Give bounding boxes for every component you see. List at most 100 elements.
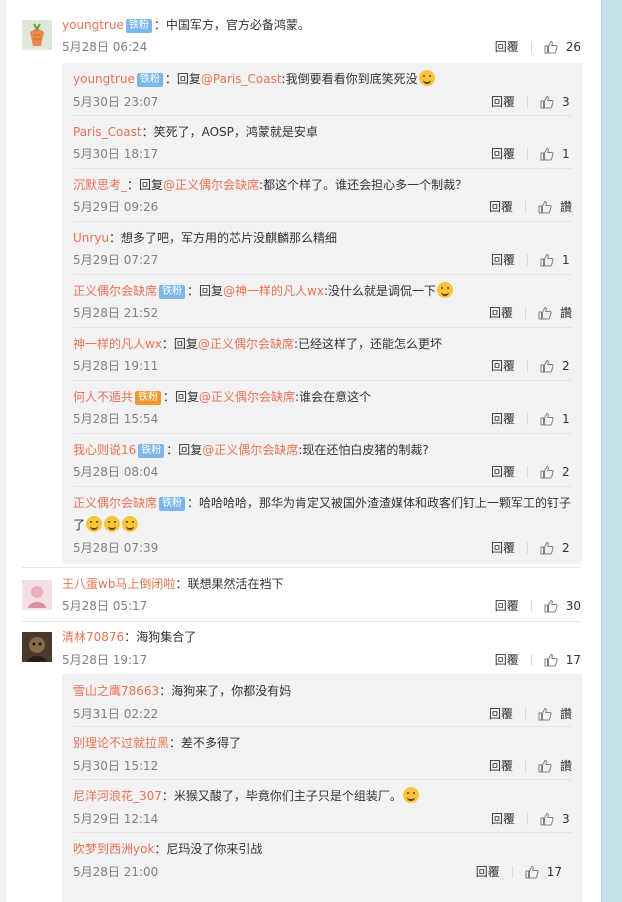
fan-badge[interactable]: 铁粉 bbox=[159, 285, 186, 299]
reply-button[interactable]: 回覆 bbox=[491, 538, 515, 558]
reply-time: 5月31日 02:22 bbox=[73, 707, 159, 721]
reply-item: 吹梦到西洲yok：尼玛没了你来引战 5月28日 21:00 回覆 17 bbox=[62, 833, 582, 902]
comment-text-line: youngtrue 铁粉 ：中国军方，官方必备鸿蒙。 bbox=[62, 15, 591, 35]
reply-username[interactable]: 别理论不过就拉黑 bbox=[73, 736, 169, 750]
reply-button[interactable]: 回覆 bbox=[491, 144, 515, 164]
reply-text-line: 何人不遁共 铁粉 ：回复@正义偶尔会缺席:谁会在意这个 bbox=[73, 387, 572, 407]
action-divider bbox=[527, 96, 528, 108]
fan-badge[interactable]: 铁粉 bbox=[159, 497, 186, 511]
reply-button[interactable]: 回覆 bbox=[495, 650, 519, 670]
reply-button[interactable]: 回覆 bbox=[476, 862, 500, 882]
like-button[interactable]: 1 bbox=[540, 250, 572, 270]
action-divider bbox=[527, 466, 528, 478]
reply-button[interactable]: 回覆 bbox=[489, 197, 513, 217]
reply-button[interactable]: 回覆 bbox=[491, 462, 515, 482]
reply-username[interactable]: Unryu bbox=[73, 231, 109, 245]
mention-link[interactable]: @正义偶尔会缺席 bbox=[202, 443, 298, 457]
reply-button[interactable]: 回覆 bbox=[491, 809, 515, 829]
reply-username[interactable]: 正义偶尔会缺席 bbox=[73, 496, 157, 510]
action-divider bbox=[524, 201, 526, 213]
reply-meta: 5月29日 07:27 回覆 1 bbox=[73, 250, 572, 270]
like-button[interactable]: 讚 bbox=[538, 756, 572, 776]
laughing-emoji-icon bbox=[104, 516, 121, 532]
like-button[interactable]: 17 bbox=[525, 862, 562, 882]
like-button[interactable]: 2 bbox=[540, 462, 572, 482]
avatar[interactable] bbox=[22, 20, 52, 50]
reply-text-line: 正义偶尔会缺席 铁粉 ：回复@神一样的凡人wx:没什么就是调侃一下 bbox=[73, 281, 572, 301]
like-count: 讚 bbox=[559, 759, 572, 773]
avatar[interactable] bbox=[22, 580, 52, 610]
like-count: 1 bbox=[562, 147, 570, 161]
reply-button[interactable]: 回覆 bbox=[491, 409, 515, 429]
comment-username[interactable]: youngtrue bbox=[62, 18, 124, 32]
like-button[interactable]: 3 bbox=[540, 809, 572, 829]
reply-button[interactable]: 回覆 bbox=[491, 250, 515, 270]
like-button[interactable]: 2 bbox=[540, 538, 572, 558]
like-count: 2 bbox=[562, 465, 570, 479]
like-count: 讚 bbox=[559, 200, 572, 214]
thumbs-up-icon bbox=[540, 359, 554, 373]
like-count: 1 bbox=[562, 412, 570, 426]
reply-time: 5月28日 07:39 bbox=[73, 541, 159, 555]
reply-button[interactable]: 回覆 bbox=[489, 756, 513, 776]
reply-text-line: 别理论不过就拉黑：差不多得了 bbox=[73, 733, 572, 753]
fan-badge[interactable]: 铁粉 bbox=[135, 391, 162, 405]
like-button[interactable]: 1 bbox=[540, 409, 572, 429]
reply-time: 5月30日 15:12 bbox=[73, 759, 159, 773]
like-button[interactable]: 讚 bbox=[538, 303, 572, 323]
thumbs-up-icon bbox=[538, 707, 552, 721]
reply-username[interactable]: 何人不遁共 bbox=[73, 390, 133, 404]
fan-badge[interactable]: 铁粉 bbox=[138, 444, 165, 458]
reply-prefix: ：回复 bbox=[164, 72, 201, 86]
reply-item: 沉默思考_：回复@正义偶尔会缺席:都这个样了。谁还会担心多一个制裁？ 5月29日… bbox=[62, 169, 582, 222]
fan-badge[interactable]: 铁粉 bbox=[136, 73, 163, 87]
comment-meta: 5月28日 05:17 回覆 30 bbox=[62, 596, 581, 616]
reply-button[interactable]: 回覆 bbox=[489, 303, 513, 323]
mention-link[interactable]: @Paris_Coast bbox=[201, 72, 282, 86]
mention-link[interactable]: @正义偶尔会缺席 bbox=[198, 337, 294, 351]
reply-text: :谁会在意这个 bbox=[295, 390, 372, 404]
comment-username[interactable]: 王八蛋wb马上倒闭啦 bbox=[62, 577, 175, 591]
fan-badge[interactable]: 铁粉 bbox=[125, 19, 152, 33]
action-divider bbox=[527, 360, 528, 372]
like-button[interactable]: 17 bbox=[544, 650, 581, 670]
mention-link[interactable]: @正义偶尔会缺席 bbox=[163, 178, 259, 192]
like-button[interactable]: 讚 bbox=[538, 197, 572, 217]
like-button[interactable]: 3 bbox=[540, 92, 572, 112]
like-button[interactable]: 讚 bbox=[538, 704, 572, 724]
reply-username[interactable]: 吹梦到西洲yok bbox=[73, 842, 154, 856]
reply-meta: 5月30日 23:07 回覆 3 bbox=[73, 92, 572, 112]
mention-link[interactable]: @正义偶尔会缺席 bbox=[199, 390, 295, 404]
mention-link[interactable]: @神一样的凡人wx bbox=[223, 284, 324, 298]
reply-button[interactable]: 回覆 bbox=[491, 92, 515, 112]
like-button[interactable]: 30 bbox=[544, 596, 581, 616]
like-button[interactable]: 2 bbox=[540, 356, 572, 376]
like-button[interactable]: 1 bbox=[540, 144, 572, 164]
reply-username[interactable]: 神一样的凡人wx bbox=[73, 337, 162, 351]
reply-username[interactable]: Paris_Coast bbox=[73, 125, 142, 139]
reply-item: Paris_Coast：笑死了，AOSP，鸿蒙就是安卓 5月30日 18:17 … bbox=[62, 116, 582, 169]
reply-username[interactable]: 沉默思考_ bbox=[73, 178, 127, 192]
reply-username[interactable]: 雪山之鹰78663 bbox=[73, 684, 159, 698]
comment-time: 5月28日 19:17 bbox=[62, 653, 148, 667]
laughing-emoji-icon bbox=[86, 516, 103, 532]
thumbs-up-icon bbox=[525, 865, 539, 879]
reply-button[interactable]: 回覆 bbox=[491, 356, 515, 376]
like-button[interactable]: 26 bbox=[544, 37, 581, 57]
reply-button[interactable]: 回覆 bbox=[495, 37, 519, 57]
reply-username[interactable]: 我心则说16 bbox=[73, 443, 136, 457]
reply-text: :我倒要看看你到底笑死没 bbox=[281, 72, 418, 86]
reply-prefix: ：回复 bbox=[166, 443, 203, 457]
like-count: 2 bbox=[562, 359, 570, 373]
comment-text-line: 王八蛋wb马上倒闭啦：联想果然活在裆下 bbox=[62, 574, 591, 594]
reply-meta: 5月29日 09:26 回覆 讚 bbox=[73, 197, 572, 217]
reply-button[interactable]: 回覆 bbox=[489, 704, 513, 724]
reply-button[interactable]: 回覆 bbox=[495, 596, 519, 616]
reply-username[interactable]: youngtrue bbox=[73, 72, 135, 86]
comment-username[interactable]: 清林70876 bbox=[62, 630, 124, 644]
reply-username[interactable]: 正义偶尔会缺席 bbox=[73, 284, 157, 298]
reply-username[interactable]: 尼洋河浪花_307 bbox=[73, 789, 162, 803]
reply-time: 5月28日 19:11 bbox=[73, 359, 159, 373]
comment-item: 王八蛋wb马上倒闭啦：联想果然活在裆下 5月28日 05:17 回覆 30 bbox=[6, 568, 601, 622]
avatar[interactable] bbox=[22, 632, 52, 662]
